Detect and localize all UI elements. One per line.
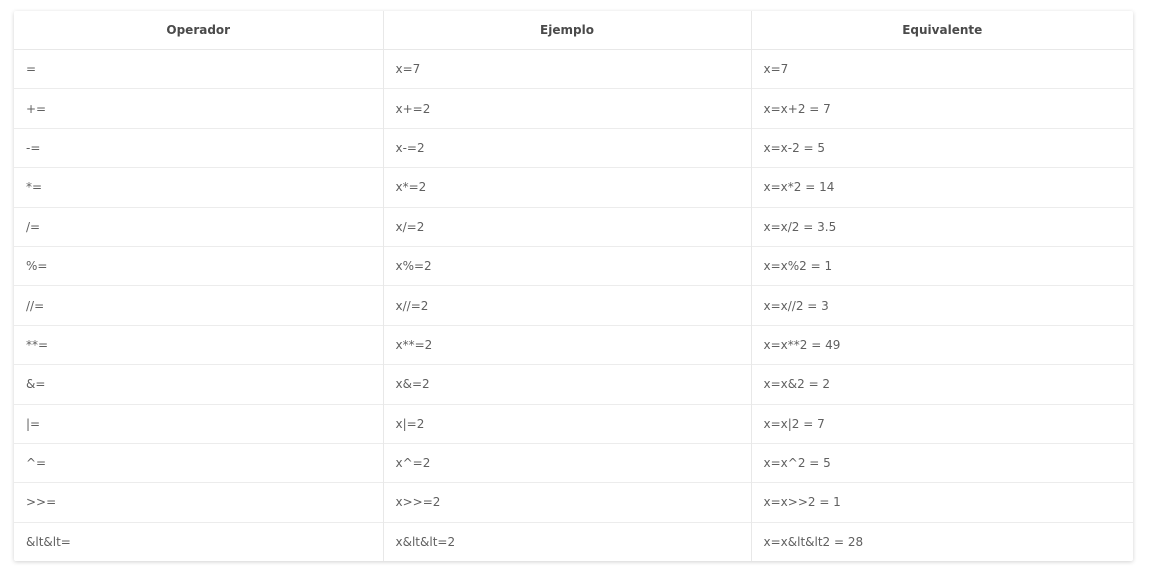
header-operador: Operador [14,11,383,50]
header-row: Operador Ejemplo Equivalente [14,11,1133,50]
table-row: &= x&=2 x=x&2 = 2 [14,364,1133,405]
table-row: |= x|=2 x=x|2 = 7 [14,403,1133,444]
table-row: >>= x>>=2 x=x>>2 = 1 [14,482,1133,523]
cell-operator: &lt&lt= [14,521,383,562]
cell-example: x&lt&lt=2 [382,521,751,562]
cell-example: x%=2 [382,245,751,286]
cell-example: x|=2 [382,403,751,444]
cell-equivalent: x=x+2 = 7 [750,88,1133,129]
cell-example: x=7 [382,49,751,89]
operators-table: Operador Ejemplo Equivalente = x=7 x=7 +… [14,11,1133,562]
cell-operator: &= [14,364,383,405]
cell-equivalent: x=x/2 = 3.5 [750,206,1133,247]
cell-equivalent: x=x&2 = 2 [750,364,1133,405]
cell-equivalent: x=x**2 = 49 [750,324,1133,365]
cell-operator: ^= [14,442,383,483]
table-row: /= x/=2 x=x/2 = 3.5 [14,206,1133,247]
header-equivalente: Equivalente [750,11,1133,50]
table-row: &lt&lt= x&lt&lt=2 x=x&lt&lt2 = 28 [14,521,1133,562]
cell-example: x&=2 [382,364,751,405]
cell-equivalent: x=x-2 = 5 [750,127,1133,168]
table-row: *= x*=2 x=x*2 = 14 [14,167,1133,208]
cell-operator: -= [14,127,383,168]
table-row: = x=7 x=7 [14,49,1133,89]
table-row: %= x%=2 x=x%2 = 1 [14,245,1133,286]
operators-table-card: Operador Ejemplo Equivalente = x=7 x=7 +… [14,11,1133,562]
table-row: **= x**=2 x=x**2 = 49 [14,324,1133,365]
cell-operator: **= [14,324,383,365]
cell-equivalent: x=x%2 = 1 [750,245,1133,286]
cell-operator: *= [14,167,383,208]
cell-equivalent: x=x//2 = 3 [750,285,1133,326]
cell-equivalent: x=x>>2 = 1 [750,482,1133,523]
cell-example: x+=2 [382,88,751,129]
table-body: = x=7 x=7 += x+=2 x=x+2 = 7 -= x-=2 x=x-… [14,49,1133,562]
table-row: += x+=2 x=x+2 = 7 [14,88,1133,129]
table-header: Operador Ejemplo Equivalente [14,11,1133,50]
cell-example: x//=2 [382,285,751,326]
header-ejemplo: Ejemplo [382,11,751,50]
cell-operator: %= [14,245,383,286]
cell-example: x/=2 [382,206,751,247]
cell-example: x**=2 [382,324,751,365]
cell-operator: = [26,62,37,77]
cell-operator: >>= [14,482,383,523]
cell-example: x^=2 [382,442,751,483]
cell-example: x-=2 [382,127,751,168]
cell-example: x*=2 [382,167,751,208]
table-row: ^= x^=2 x=x^2 = 5 [14,442,1133,483]
cell-equivalent: x=x|2 = 7 [750,403,1133,444]
cell-equivalent: x=7 [750,49,1133,89]
cell-operator: += [14,88,383,129]
cell-equivalent: x=x*2 = 14 [750,167,1133,208]
cell-operator: /= [14,206,383,247]
cell-operator: //= [14,285,383,326]
cell-operator: |= [14,403,383,444]
cell-equivalent: x=x^2 = 5 [750,442,1133,483]
cell-example: x>>=2 [382,482,751,523]
cell-equivalent: x=x&lt&lt2 = 28 [750,521,1133,562]
table-row: -= x-=2 x=x-2 = 5 [14,127,1133,168]
table-row: //= x//=2 x=x//2 = 3 [14,285,1133,326]
